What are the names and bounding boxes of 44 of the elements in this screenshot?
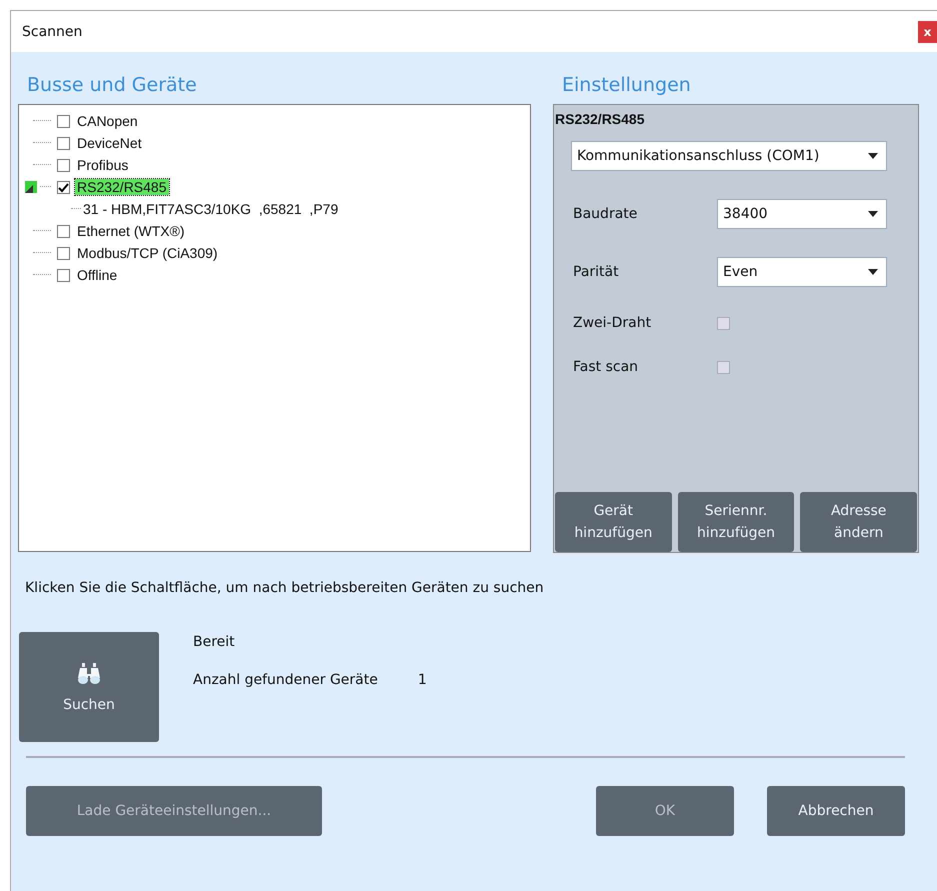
found-count: 1 [418, 672, 427, 688]
tree-item[interactable]: DeviceNet [75, 135, 144, 151]
tree-item[interactable]: RS232/RS485 [75, 179, 169, 195]
check-icon [58, 182, 69, 192]
hint-text: Klicken Sie die Schaltfläche, um nach betriebsbereiten Geräten zu suchen [25, 580, 545, 596]
checkbox[interactable] [57, 114, 70, 128]
checkbox[interactable] [57, 246, 70, 260]
checkbox[interactable] [717, 316, 730, 330]
section-heading: Busse und Geräte [27, 74, 198, 96]
field-label: Fast scan [573, 359, 640, 375]
checkbox[interactable] [57, 268, 70, 282]
checkbox[interactable] [57, 180, 70, 194]
field-label: Parität [573, 264, 620, 280]
checkbox[interactable] [57, 224, 70, 238]
tree-item[interactable]: Ethernet (WTX®) [75, 223, 187, 239]
panel-button[interactable]: Adresse ändern [800, 492, 918, 552]
tree-item[interactable]: Modbus/TCP (CiA309) [75, 245, 220, 261]
section-heading: Einstellungen [562, 74, 692, 96]
tree-item[interactable]: CANopen [75, 113, 140, 129]
panel-button[interactable]: Seriennr. hinzufügen [678, 492, 794, 552]
dropdown[interactable]: Even [717, 257, 887, 287]
field-label: Baudrate [573, 206, 638, 222]
checkbox[interactable] [57, 136, 70, 150]
dropdown[interactable]: 38400 [717, 199, 887, 229]
close-button[interactable]: x [918, 20, 937, 42]
caret-icon [868, 269, 878, 275]
tree-item[interactable]: Profibus [75, 157, 130, 173]
expander-icon[interactable] [25, 181, 37, 193]
found-label: Anzahl gefundener Geräte [193, 672, 378, 688]
caret-icon [868, 153, 878, 159]
checkbox[interactable] [717, 360, 730, 374]
dialog-button[interactable]: Abbrechen [767, 786, 905, 836]
binoculars-icon [77, 661, 101, 687]
checkbox[interactable] [57, 158, 70, 172]
tree-item[interactable]: Offline [75, 267, 120, 283]
caret-icon [868, 211, 878, 217]
panel-title: RS232/RS485 [555, 111, 646, 127]
panel-button[interactable]: Gerät hinzufügen [555, 492, 672, 552]
tree-item[interactable]: 31 - HBM,FIT7ASC3/10KG ,65821 ,P79 [81, 201, 340, 217]
port-dropdown[interactable]: Kommunikationsanschluss (COM1) [571, 141, 887, 171]
window-title: Scannen [22, 24, 82, 40]
status-text: Bereit [193, 634, 236, 650]
search-button[interactable]: Suchen [19, 632, 159, 742]
field-label: Zwei-Draht [573, 315, 652, 331]
